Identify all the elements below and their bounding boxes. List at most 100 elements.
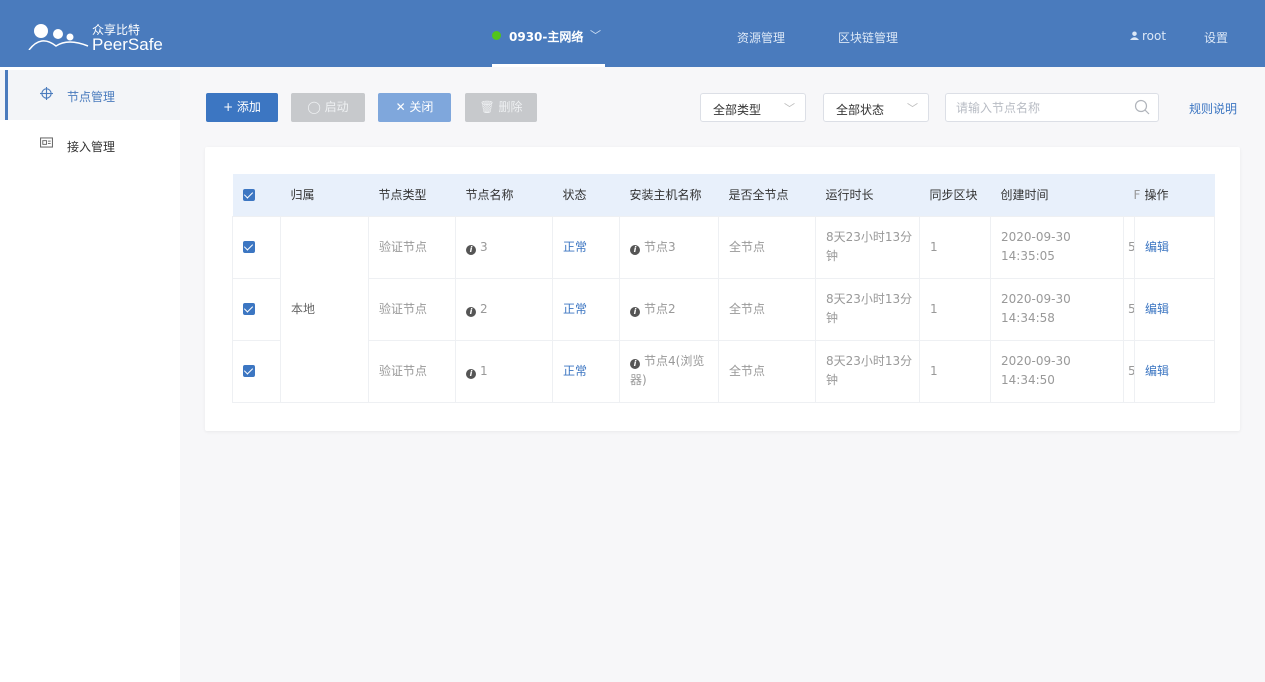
edit-link[interactable]: 编辑	[1134, 215, 1215, 279]
column-header: 节点名称	[455, 174, 553, 216]
full-node-cell: 全节点	[718, 215, 816, 279]
table-row: 本地 验证节点 i3 正常 i 节点3 全节点 8天23小时13分钟 1 2020…	[232, 215, 1215, 403]
column-header: 同步区块	[919, 174, 991, 216]
status-filter-value: 全部状态	[836, 103, 885, 117]
truncated-cell: 5	[1123, 215, 1135, 279]
add-button[interactable]: + 添加	[206, 93, 278, 122]
owner-cell: 本地	[280, 215, 369, 403]
network-status-dot-icon	[492, 31, 501, 40]
node-name: 3	[480, 239, 488, 254]
edit-link[interactable]: 编辑	[1134, 277, 1215, 341]
sync-block-cell: 1	[919, 215, 991, 279]
column-header: 创建时间	[990, 174, 1124, 216]
status-cell: 正常	[552, 339, 620, 403]
created-time-cell: 2020-09-30 14:34:50	[990, 339, 1124, 403]
top-header: 众享比特 PeerSafe 0930-主网络 ﹀ 资源管理 区块链管理 root…	[0, 0, 1265, 67]
chevron-down-icon: ﹀	[784, 102, 795, 115]
info-icon[interactable]: i	[630, 306, 640, 317]
select-all-checkbox[interactable]	[242, 189, 255, 202]
info-icon[interactable]: i	[630, 244, 640, 255]
sync-block-cell: 1	[919, 277, 991, 341]
chevron-down-icon: ﹀	[590, 29, 601, 42]
table-row: 验证节点 i1 正常 i 节点4(浏览器) 全节点 8天23小时13分钟 1 20…	[232, 339, 1215, 403]
people-logo-icon	[28, 24, 89, 50]
node-type-cell: 验证节点	[368, 277, 456, 341]
start-button[interactable]: ◯ 启动	[291, 93, 365, 122]
row-checkbox[interactable]	[243, 241, 255, 253]
info-icon[interactable]: i	[466, 244, 476, 255]
rules-link[interactable]: 规则说明	[1189, 100, 1237, 117]
sidebar-item-node-management[interactable]: 节点管理	[0, 70, 180, 120]
nav-blockchain-management[interactable]: 区块链管理	[838, 29, 898, 46]
network-switcher[interactable]: 0930-主网络 ﹀	[492, 0, 605, 67]
crosshair-icon	[40, 87, 53, 103]
host-cell: i 节点2	[619, 277, 719, 341]
type-filter-select[interactable]: 全部类型 ﹀	[700, 93, 806, 122]
uptime-cell: 8天23小时13分钟	[815, 277, 920, 341]
row-select-cell[interactable]	[232, 215, 281, 279]
host-cell: i 节点3	[619, 215, 719, 279]
info-icon[interactable]: i	[630, 359, 640, 369]
column-header: 节点类型	[368, 174, 456, 216]
node-table-card: 归属 节点类型 节点名称 状态 安装主机名称 是否全节点 运行时长 同步区块 创…	[205, 147, 1240, 431]
delete-button[interactable]: 🗑 删除	[465, 93, 537, 122]
network-name: 0930-主网络	[509, 30, 584, 44]
host-name: 节点3	[644, 239, 676, 254]
close-button[interactable]: ✕ 关闭	[378, 93, 451, 122]
sidebar-item-label: 接入管理	[67, 140, 116, 154]
type-filter-value: 全部类型	[713, 103, 762, 117]
sync-block-cell: 1	[919, 339, 991, 403]
full-node-cell: 全节点	[718, 339, 816, 403]
column-header: 运行时长	[815, 174, 920, 216]
user-icon	[1130, 29, 1139, 43]
column-header: F	[1123, 174, 1140, 216]
search-icon[interactable]	[1134, 99, 1150, 118]
column-header: 状态	[552, 174, 620, 216]
select-all-cell[interactable]	[232, 174, 281, 216]
sidebar-item-access-management[interactable]: 接入管理	[0, 120, 180, 170]
node-type-cell: 验证节点	[368, 339, 456, 403]
status-filter-select[interactable]: 全部状态 ﹀	[823, 93, 929, 122]
column-header: 操作	[1134, 174, 1215, 216]
truncated-cell: 5	[1123, 339, 1135, 403]
nav-resource-management[interactable]: 资源管理	[737, 29, 785, 46]
column-header: 归属	[280, 174, 369, 216]
node-search-input[interactable]	[956, 99, 1126, 117]
full-node-cell: 全节点	[718, 277, 816, 341]
node-name-cell: i3	[455, 215, 553, 279]
username: root	[1142, 29, 1167, 43]
edit-link[interactable]: 编辑	[1134, 339, 1215, 403]
node-name-cell: i1	[455, 339, 553, 403]
node-type-cell: 验证节点	[368, 215, 456, 279]
column-header: 是否全节点	[718, 174, 816, 216]
brand-logo[interactable]: 众享比特 PeerSafe	[28, 18, 188, 54]
user-menu[interactable]: root	[1130, 29, 1166, 43]
host-cell: i 节点4(浏览器)	[619, 339, 719, 403]
row-checkbox[interactable]	[243, 365, 255, 377]
node-name: 1	[480, 363, 488, 378]
chevron-down-icon: ﹀	[907, 102, 918, 115]
node-name: 2	[480, 301, 488, 316]
node-search-box	[945, 93, 1159, 122]
settings-link[interactable]: 设置	[1204, 29, 1228, 46]
host-name: 节点2	[644, 301, 676, 316]
info-icon[interactable]: i	[466, 306, 476, 317]
info-icon[interactable]: i	[466, 368, 476, 379]
row-select-cell[interactable]	[232, 277, 281, 341]
table-row: 验证节点 i2 正常 i 节点2 全节点 8天23小时13分钟 1 2020-09…	[232, 277, 1215, 341]
node-table: 归属 节点类型 节点名称 状态 安装主机名称 是否全节点 运行时长 同步区块 创…	[232, 174, 1215, 403]
status-cell: 正常	[552, 277, 620, 341]
column-header: 安装主机名称	[619, 174, 719, 216]
table-header-row: 归属 节点类型 节点名称 状态 安装主机名称 是否全节点 运行时长 同步区块 创…	[232, 174, 1215, 216]
access-card-icon	[40, 137, 53, 151]
uptime-cell: 8天23小时13分钟	[815, 215, 920, 279]
status-cell: 正常	[552, 215, 620, 279]
row-select-cell[interactable]	[232, 339, 281, 403]
row-checkbox[interactable]	[243, 303, 255, 315]
brand-name-en: PeerSafe	[92, 35, 163, 54]
sidebar-item-label: 节点管理	[67, 90, 116, 104]
main-content: + 添加 ◯ 启动 ✕ 关闭 🗑 删除 全部类型 ﹀ 全部状态 ﹀ 规则说明 归…	[180, 67, 1265, 682]
node-name-cell: i2	[455, 277, 553, 341]
uptime-cell: 8天23小时13分钟	[815, 339, 920, 403]
created-time-cell: 2020-09-30 14:35:05	[990, 215, 1124, 279]
